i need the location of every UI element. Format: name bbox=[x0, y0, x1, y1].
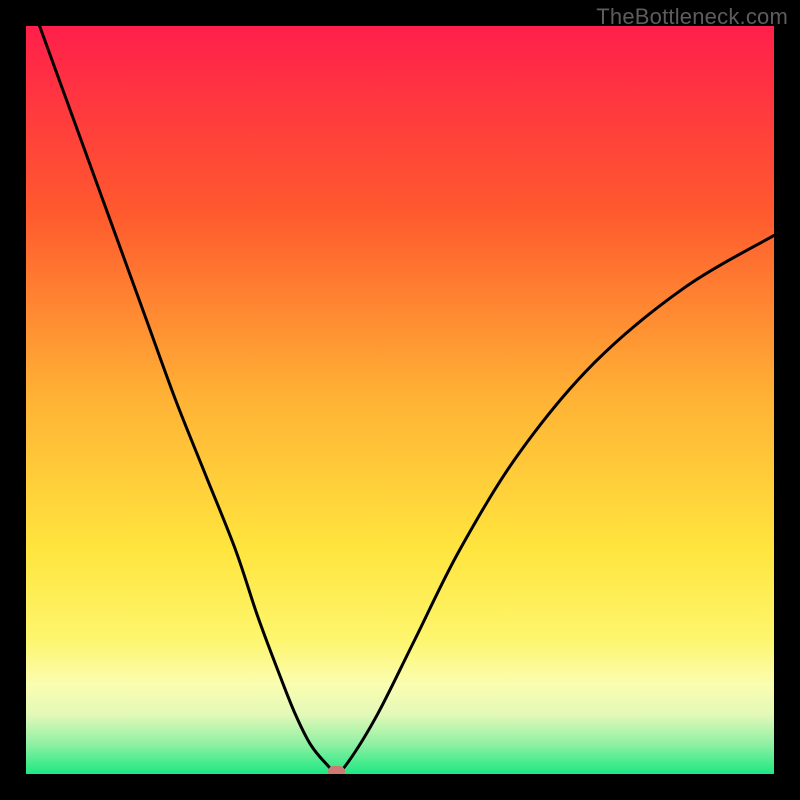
optimal-point-marker bbox=[328, 766, 345, 774]
chart-svg bbox=[26, 26, 774, 774]
chart-background bbox=[26, 26, 774, 774]
chart-frame: TheBottleneck.com bbox=[0, 0, 800, 800]
plot-area bbox=[26, 26, 774, 774]
